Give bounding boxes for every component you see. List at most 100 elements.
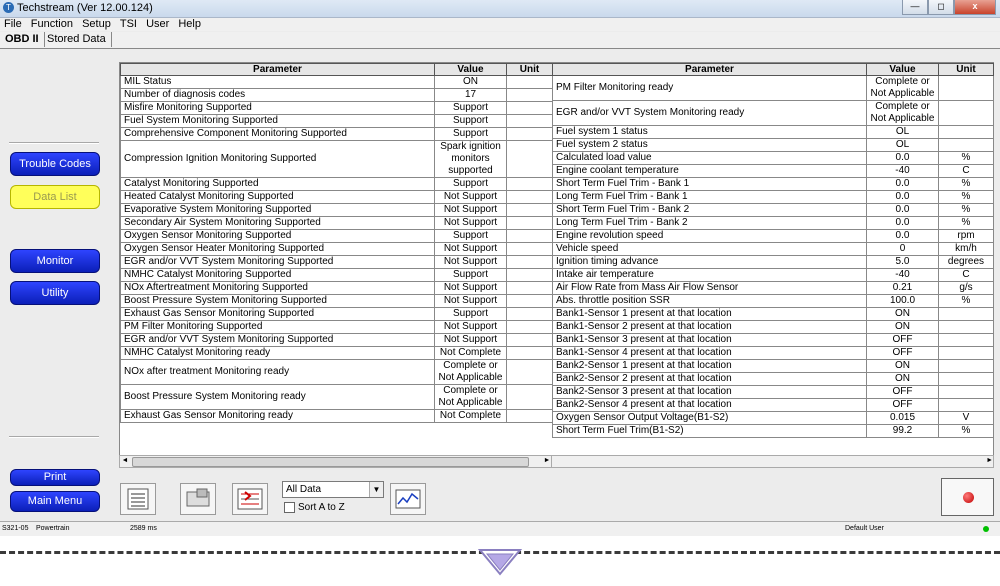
chevron-down-icon[interactable]: ▼ [369, 482, 383, 497]
value-cell: 17 [434, 88, 507, 102]
value-cell: 5.0 [866, 255, 939, 269]
table-row[interactable]: Bank1-Sensor 1 present at that location O… [552, 307, 994, 321]
unit-cell [506, 216, 553, 230]
tab-strip: OBD II Stored Data [0, 32, 1000, 49]
table-row[interactable]: Bank2-Sensor 4 present at that location O… [552, 398, 994, 412]
menu-help[interactable]: Help [178, 18, 201, 31]
data-filter-select[interactable]: All Data ▼ [282, 481, 384, 498]
table-row[interactable]: Secondary Air System Monitoring Supporte… [120, 216, 553, 230]
table-row[interactable]: Ignition timing advance 5.0 degrees [552, 255, 994, 269]
table-row[interactable]: Fuel system 1 status OL [552, 125, 994, 139]
table-row[interactable]: Oxygen Sensor Monitoring Supported Suppor… [120, 229, 553, 243]
table-row[interactable]: Bank1-Sensor 2 present at that location O… [552, 320, 994, 334]
column-header-value[interactable]: Value [434, 63, 507, 76]
column-header-unit[interactable]: Unit [506, 63, 553, 76]
menu-user[interactable]: User [146, 18, 169, 31]
tab-stored-data[interactable]: Stored Data [42, 32, 112, 47]
table-row[interactable]: NMHC Catalyst Monitoring ready Not Comple… [120, 346, 553, 360]
menu-setup[interactable]: Setup [82, 18, 111, 31]
table-row[interactable]: Fuel system 2 status OL [552, 138, 994, 152]
table-row[interactable]: Engine coolant temperature -40 C [552, 164, 994, 178]
horizontal-scrollbar-right[interactable]: ► [551, 455, 994, 468]
unit-cell: % [938, 203, 994, 217]
table-row[interactable]: EGR and/or VVT System Monitoring Support… [120, 333, 553, 347]
value-cell: Not Support [434, 333, 507, 347]
table-row[interactable]: Vehicle speed 0 km/h [552, 242, 994, 256]
table-row[interactable]: Air Flow Rate from Mass Air Flow Sensor 0… [552, 281, 994, 295]
table-row[interactable]: Bank1-Sensor 3 present at that location O… [552, 333, 994, 347]
unit-cell [506, 242, 553, 256]
table-row[interactable]: Intake air temperature -40 C [552, 268, 994, 282]
close-button[interactable]: x [954, 0, 996, 15]
table-row[interactable]: Compression Ignition Monitoring Supporte… [120, 140, 553, 178]
unit-cell: % [938, 151, 994, 165]
table-row[interactable]: NMHC Catalyst Monitoring Supported Suppor… [120, 268, 553, 282]
table-row[interactable]: NOx after treatment Monitoring ready Comp… [120, 359, 553, 385]
parameter-cell: Bank1-Sensor 3 present at that location [552, 333, 867, 347]
table-row[interactable]: Fuel System Monitoring Supported Support [120, 114, 553, 128]
list-view-button[interactable] [120, 483, 156, 515]
table-row[interactable]: Evaporative System Monitoring Supported N… [120, 203, 553, 217]
table-row[interactable]: Oxygen Sensor Heater Monitoring Supporte… [120, 242, 553, 256]
menu-tsi[interactable]: TSI [120, 18, 137, 31]
horizontal-scrollbar[interactable]: ◄ ► [119, 455, 553, 468]
table-row[interactable]: PM Filter Monitoring Supported Not Suppor… [120, 320, 553, 334]
unit-cell: % [938, 177, 994, 191]
table-row[interactable]: Exhaust Gas Sensor Monitoring ready Not C… [120, 409, 553, 423]
maximize-button[interactable]: ◻ [928, 0, 954, 15]
data-list-button[interactable]: Data List [10, 185, 100, 209]
table-row[interactable]: EGR and/or VVT System Monitoring Support… [120, 255, 553, 269]
table-row[interactable]: Misfire Monitoring Supported Support [120, 101, 553, 115]
table-row[interactable]: Engine revolution speed 0.0 rpm [552, 229, 994, 243]
table-row[interactable]: Comprehensive Component Monitoring Suppo… [120, 127, 553, 141]
column-header-value[interactable]: Value [866, 63, 939, 76]
record-button[interactable] [941, 478, 994, 516]
sort-a-to-z-checkbox[interactable]: Sort A to Z [284, 502, 345, 514]
table-row[interactable]: Bank2-Sensor 1 present at that location O… [552, 359, 994, 373]
minimize-button[interactable]: — [902, 0, 928, 15]
table-row[interactable]: Catalyst Monitoring Supported Support [120, 177, 553, 191]
print-button[interactable]: Print [10, 469, 100, 486]
value-cell: Support [434, 101, 507, 115]
table-row[interactable]: Heated Catalyst Monitoring Supported Not … [120, 190, 553, 204]
menu-file[interactable]: File [4, 18, 22, 31]
checkbox-box[interactable] [284, 502, 295, 513]
column-header-parameter[interactable]: Parameter [552, 63, 867, 76]
trouble-codes-button[interactable]: Trouble Codes [10, 152, 100, 176]
table-row[interactable]: Exhaust Gas Sensor Monitoring Supported S… [120, 307, 553, 321]
tab-obd2[interactable]: OBD II [0, 32, 45, 47]
main-menu-button[interactable]: Main Menu [10, 491, 100, 512]
table-row[interactable]: Boost Pressure System Monitoring ready Co… [120, 384, 553, 410]
utility-button[interactable]: Utility [10, 281, 100, 305]
table-row[interactable]: Abs. throttle position SSR 100.0% [552, 294, 994, 308]
column-header-unit[interactable]: Unit [938, 63, 994, 76]
table-row[interactable]: Long Term Fuel Trim - Bank 2 0.0% [552, 216, 994, 230]
scroll-left-icon[interactable]: ◄ [120, 456, 130, 466]
scroll-thumb[interactable] [132, 457, 529, 467]
table-row[interactable]: EGR and/or VVT System Monitoring ready Co… [552, 100, 994, 126]
table-row[interactable]: Bank2-Sensor 3 present at that location O… [552, 385, 994, 399]
scroll-right-icon[interactable]: ► [986, 456, 993, 466]
table-row[interactable]: Short Term Fuel Trim - Bank 2 0.0% [552, 203, 994, 217]
table-row[interactable]: Calculated load value 0.0% [552, 151, 994, 165]
menu-function[interactable]: Function [31, 18, 73, 31]
table-row[interactable]: Bank1-Sensor 4 present at that location O… [552, 346, 994, 360]
table-row[interactable]: PM Filter Monitoring ready Complete or No… [552, 75, 994, 101]
unit-cell [506, 114, 553, 128]
table-row[interactable]: NOx Aftertreatment Monitoring Supported N… [120, 281, 553, 295]
table-row[interactable]: MIL Status ON [120, 75, 553, 89]
table-row[interactable]: Short Term Fuel Trim(B1-S2) 99.2% [552, 424, 994, 438]
snapshot-button[interactable] [180, 483, 216, 515]
sidebar: Trouble Codes Data List Monitor Utility … [4, 55, 105, 517]
table-row[interactable]: Long Term Fuel Trim - Bank 1 0.0% [552, 190, 994, 204]
table-row[interactable]: Number of diagnosis codes 17 [120, 88, 553, 102]
monitor-button[interactable]: Monitor [10, 249, 100, 273]
column-header-parameter[interactable]: Parameter [120, 63, 435, 76]
table-row[interactable]: Bank2-Sensor 2 present at that location O… [552, 372, 994, 386]
compare-button[interactable] [232, 483, 268, 515]
table-row[interactable]: Short Term Fuel Trim - Bank 1 0.0% [552, 177, 994, 191]
parameter-cell: EGR and/or VVT System Monitoring Support… [120, 255, 435, 269]
graph-button[interactable] [390, 483, 426, 515]
table-row[interactable]: Oxygen Sensor Output Voltage(B1-S2) 0.015… [552, 411, 994, 425]
table-row[interactable]: Boost Pressure System Monitoring Support… [120, 294, 553, 308]
